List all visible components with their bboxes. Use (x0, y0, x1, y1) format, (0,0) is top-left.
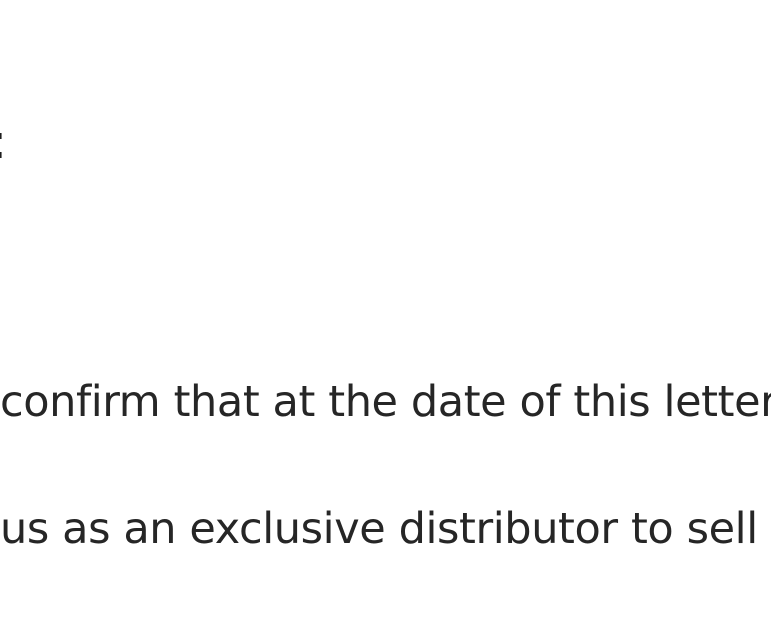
body-line-1: confirm that at the date of this letter,… (0, 381, 771, 424)
heading-fragment-colon: : (0, 118, 7, 166)
body-line-1-text: confirm that at the date of this letter, (0, 377, 771, 427)
body-line-2: us as an exclusive distributor to sell U (0, 504, 771, 554)
document-page: : confirm that at the date of this lette… (0, 0, 771, 641)
